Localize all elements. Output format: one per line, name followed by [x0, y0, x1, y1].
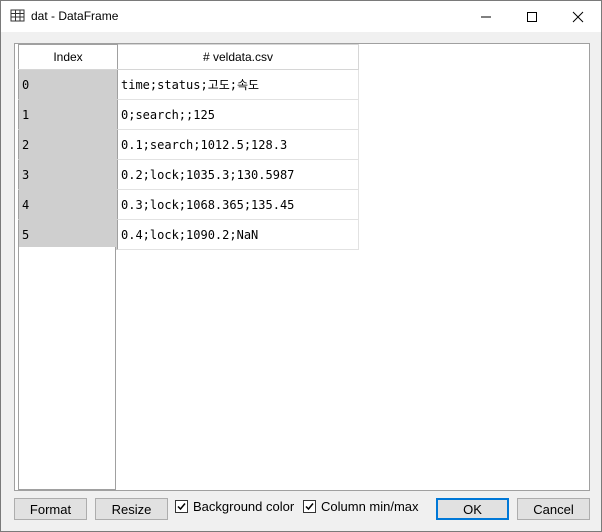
index-header[interactable]: Index — [18, 44, 118, 70]
window-title: dat - DataFrame — [31, 9, 119, 23]
table-cell[interactable]: 0.2;lock;1035.3;130.5987 — [117, 159, 359, 190]
title-bar[interactable]: dat - DataFrame — [1, 1, 601, 32]
row-index[interactable]: 1 — [18, 99, 118, 130]
table-row: 2 0.1;search;1012.5;128.3 — [18, 129, 359, 160]
table-row: 4 0.3;lock;1068.365;135.45 — [18, 189, 359, 220]
index-column-empty-area — [18, 247, 116, 490]
minimize-button[interactable] — [463, 1, 509, 32]
background-color-checkbox[interactable]: Background color — [175, 499, 294, 514]
table-row: 1 0;search;;125 — [18, 99, 359, 130]
table-cell[interactable]: 0.3;lock;1068.365;135.45 — [117, 189, 359, 220]
row-index[interactable]: 2 — [18, 129, 118, 160]
column-minmax-label: Column min/max — [321, 499, 419, 514]
minimize-icon — [481, 16, 491, 17]
dataframe-table: Index # veldata.csv 0 time;status;고도;속도 … — [18, 44, 359, 250]
cancel-button[interactable]: Cancel — [517, 498, 590, 520]
column-header[interactable]: # veldata.csv — [117, 44, 359, 70]
table-icon — [10, 9, 26, 23]
ok-button[interactable]: OK — [436, 498, 509, 520]
table-cell[interactable]: 0.1;search;1012.5;128.3 — [117, 129, 359, 160]
table-cell[interactable]: 0;search;;125 — [117, 99, 359, 130]
row-index[interactable]: 4 — [18, 189, 118, 220]
dataframe-window: dat - DataFrame Index # veldata.csv 0 ti… — [0, 0, 602, 532]
row-index[interactable]: 5 — [18, 219, 118, 250]
resize-button[interactable]: Resize — [95, 498, 168, 520]
close-button[interactable] — [555, 1, 601, 32]
row-index[interactable]: 3 — [18, 159, 118, 190]
row-index[interactable]: 0 — [18, 69, 118, 100]
table-row: 3 0.2;lock;1035.3;130.5987 — [18, 159, 359, 190]
table-cell[interactable]: 0.4;lock;1090.2;NaN — [117, 219, 359, 250]
table-row: 0 time;status;고도;속도 — [18, 69, 359, 100]
maximize-icon — [527, 11, 537, 22]
dialog-footer: Format Resize Background color Column mi… — [1, 498, 601, 523]
table-cell[interactable]: time;status;고도;속도 — [117, 69, 359, 100]
checkbox-checked-icon[interactable] — [303, 500, 316, 513]
maximize-button[interactable] — [509, 1, 555, 32]
checkbox-checked-icon[interactable] — [175, 500, 188, 513]
dataframe-table-view[interactable]: Index # veldata.csv 0 time;status;고도;속도 … — [14, 43, 590, 491]
background-color-label: Background color — [193, 499, 295, 514]
close-icon — [572, 11, 584, 22]
table-row: 5 0.4;lock;1090.2;NaN — [18, 219, 359, 250]
format-button[interactable]: Format — [14, 498, 87, 520]
column-minmax-checkbox[interactable]: Column min/max — [303, 499, 419, 514]
